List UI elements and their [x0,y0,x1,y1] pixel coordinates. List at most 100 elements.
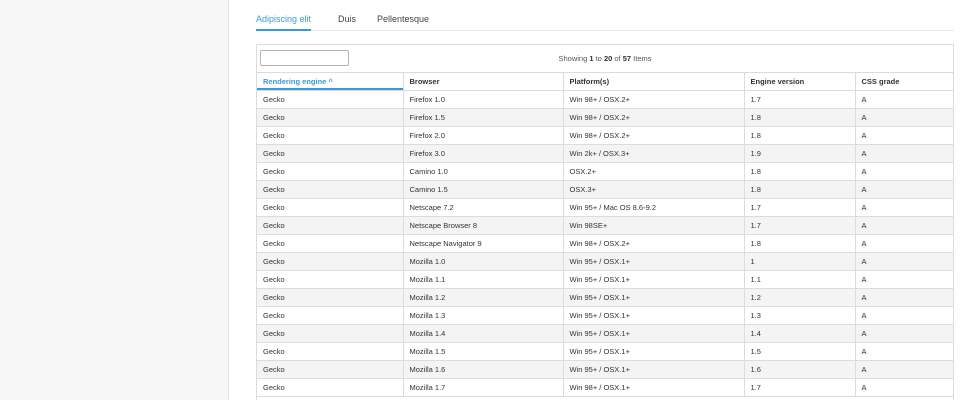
column-header-css-grade[interactable]: CSS grade [855,73,953,91]
showing-of-word: of [612,54,623,63]
cell-engine-version: 1.7 [744,90,856,109]
cell-rendering-engine: Gecko [257,234,404,253]
cell-platforms: Win 95+ / OSX.1+ [563,360,745,379]
table-header-row: Rendering engine ^ Browser Platform(s) E… [257,73,953,91]
cell-rendering-engine: Gecko [257,342,404,361]
cell-css-grade: A [855,378,953,397]
cell-platforms: Win 98+ / OSX.2+ [563,90,745,109]
table-toolbar: Showing 1 to 20 of 57 Items [257,45,953,73]
cell-platforms: OSX.3+ [563,180,745,199]
cell-css-grade: A [855,324,953,343]
cell-platforms: Win 2k+ / OSX.3+ [563,144,745,163]
cell-css-grade: A [855,198,953,217]
cell-rendering-engine: Gecko [257,108,404,127]
cell-rendering-engine: Gecko [257,216,404,235]
cell-css-grade: A [855,360,953,379]
table-row[interactable]: Gecko Firefox 2.0 Win 98+ / OSX.2+ 1.8 A [257,126,953,145]
cell-rendering-engine: Gecko [257,288,404,307]
cell-browser: Mozilla 1.6 [403,360,564,379]
cell-browser: Netscape 7.2 [403,198,564,217]
column-header-rendering-engine[interactable]: Rendering engine ^ [257,73,404,91]
data-table: Rendering engine ^ Browser Platform(s) E… [257,73,953,397]
cell-css-grade: A [855,216,953,235]
cell-platforms: Win 95+ / OSX.1+ [563,306,745,325]
column-header-label: Browser [409,76,440,86]
cell-css-grade: A [855,306,953,325]
showing-info: Showing 1 to 20 of 57 Items [257,54,953,64]
cell-rendering-engine: Gecko [257,180,404,199]
cell-rendering-engine: Gecko [257,306,404,325]
cell-css-grade: A [855,162,953,181]
cell-browser: Firefox 1.5 [403,108,564,127]
table-row[interactable]: Gecko Mozilla 1.1 Win 95+ / OSX.1+ 1.1 A [257,270,953,289]
cell-browser: Mozilla 1.0 [403,252,564,271]
cell-rendering-engine: Gecko [257,360,404,379]
tab-adipiscing-elit[interactable]: Adipiscing elit [256,13,312,31]
table-row[interactable]: Gecko Mozilla 1.0 Win 95+ / OSX.1+ 1 A [257,252,953,271]
cell-rendering-engine: Gecko [257,198,404,217]
table-row[interactable]: Gecko Firefox 1.5 Win 98+ / OSX.2+ 1.8 A [257,108,953,127]
cell-rendering-engine: Gecko [257,144,404,163]
table-row[interactable]: Gecko Mozilla 1.7 Win 98+ / OSX.1+ 1.7 A [257,378,953,397]
cell-browser: Netscape Browser 8 [403,216,564,235]
table-row[interactable]: Gecko Firefox 3.0 Win 2k+ / OSX.3+ 1.9 A [257,144,953,163]
table-row[interactable]: Gecko Mozilla 1.2 Win 95+ / OSX.1+ 1.2 A [257,288,953,307]
page: Adipiscing elit Duis Pellentesque Showin… [0,0,970,400]
cell-platforms: Win 95+ / Mac OS 8.6-9.2 [563,198,745,217]
table-body: Gecko Firefox 1.0 Win 98+ / OSX.2+ 1.7 A Geck… [257,90,953,397]
table-row[interactable]: Gecko Netscape Browser 8 Win 98SE+ 1.7 A [257,216,953,235]
table-row[interactable]: Gecko Firefox 1.0 Win 98+ / OSX.2+ 1.7 A [257,90,953,109]
tab-duis[interactable]: Duis [338,13,356,25]
table-row[interactable]: Gecko Netscape Navigator 9 Win 98+ / OSX.2… [257,234,953,253]
cell-engine-version: 1.7 [744,198,856,217]
cell-rendering-engine: Gecko [257,90,404,109]
cell-engine-version: 1.3 [744,306,856,325]
cell-rendering-engine: Gecko [257,162,404,181]
showing-prefix: Showing [558,54,590,63]
main-content: Adipiscing elit Duis Pellentesque Showin… [256,0,954,400]
cell-browser: Firefox 2.0 [403,126,564,145]
left-sidebar [0,0,229,400]
cell-engine-version: 1.7 [744,378,856,397]
cell-engine-version: 1.8 [744,162,856,181]
column-header-label: CSS grade [861,76,900,86]
cell-browser: Camino 1.0 [403,162,564,181]
cell-engine-version: 1.5 [744,342,856,361]
cell-css-grade: A [855,126,953,145]
cell-css-grade: A [855,288,953,307]
cell-css-grade: A [855,270,953,289]
cell-engine-version: 1 [744,252,856,271]
cell-browser: Mozilla 1.7 [403,378,564,397]
column-header-label: Rendering engine [263,76,327,86]
cell-css-grade: A [855,180,953,199]
table-row[interactable]: Gecko Netscape 7.2 Win 95+ / Mac OS 8.6-9.… [257,198,953,217]
cell-engine-version: 1.8 [744,108,856,127]
showing-to-word: to [593,54,604,63]
cell-engine-version: 1.8 [744,126,856,145]
table-row[interactable]: Gecko Mozilla 1.6 Win 95+ / OSX.1+ 1.6 A [257,360,953,379]
cell-css-grade: A [855,144,953,163]
column-header-browser[interactable]: Browser [403,73,564,91]
cell-platforms: Win 98+ / OSX.2+ [563,234,745,253]
tab-pellentesque[interactable]: Pellentesque [377,13,429,25]
cell-browser: Firefox 1.0 [403,90,564,109]
cell-platforms: Win 98+ / OSX.2+ [563,108,745,127]
cell-browser: Mozilla 1.3 [403,306,564,325]
table-row[interactable]: Gecko Mozilla 1.3 Win 95+ / OSX.1+ 1.3 A [257,306,953,325]
cell-platforms: Win 98+ / OSX.2+ [563,126,745,145]
cell-engine-version: 1.7 [744,216,856,235]
cell-engine-version: 1.1 [744,270,856,289]
table-row[interactable]: Gecko Mozilla 1.5 Win 95+ / OSX.1+ 1.5 A [257,342,953,361]
column-header-platforms[interactable]: Platform(s) [563,73,745,91]
table-row[interactable]: Gecko Camino 1.5 OSX.3+ 1.8 A [257,180,953,199]
cell-browser: Mozilla 1.2 [403,288,564,307]
cell-browser: Mozilla 1.5 [403,342,564,361]
cell-platforms: Win 95+ / OSX.1+ [563,342,745,361]
table-row[interactable]: Gecko Mozilla 1.4 Win 95+ / OSX.1+ 1.4 A [257,324,953,343]
table-row[interactable]: Gecko Camino 1.0 OSX.2+ 1.8 A [257,162,953,181]
cell-css-grade: A [855,90,953,109]
column-header-engine-version[interactable]: Engine version [744,73,856,91]
cell-engine-version: 1.9 [744,144,856,163]
cell-rendering-engine: Gecko [257,378,404,397]
cell-engine-version: 1.6 [744,360,856,379]
